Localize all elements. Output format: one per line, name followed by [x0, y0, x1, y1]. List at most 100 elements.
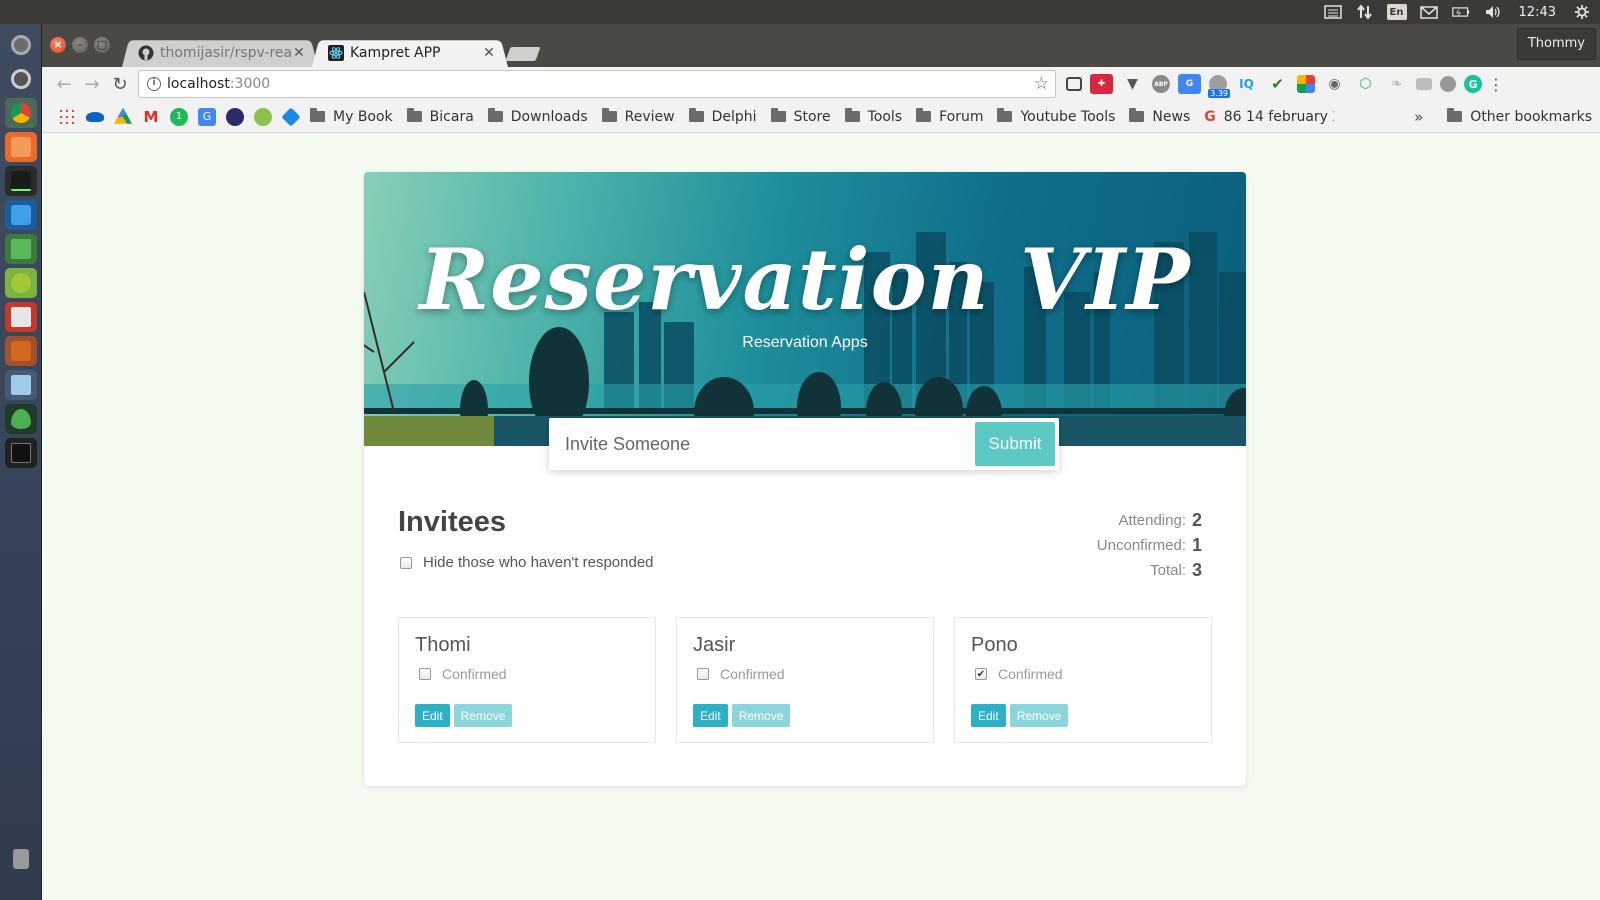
browser-menu-button[interactable]: ⋮ — [1488, 75, 1504, 94]
bookmark-folder[interactable]: Bicara — [406, 108, 474, 125]
bookmark-folder[interactable]: Forum — [916, 108, 983, 125]
window-maximize-button[interactable]: □ — [94, 37, 110, 53]
confirm-toggle[interactable]: Confirmed — [697, 666, 785, 682]
total-count: 3 — [1192, 560, 1203, 580]
invite-input[interactable] — [549, 418, 969, 470]
tab-github[interactable]: thomijasir/rspv-rea ✕ — [122, 38, 318, 67]
dash-home-icon[interactable] — [5, 30, 37, 60]
battery-icon[interactable] — [1451, 4, 1471, 20]
url-port: :3000 — [229, 76, 271, 92]
keyboard-layout-icon[interactable] — [1323, 4, 1343, 20]
bookmark-folder[interactable]: Delphi — [688, 108, 757, 125]
volume-icon[interactable] — [1483, 4, 1503, 20]
window-close-button[interactable]: × — [50, 37, 66, 53]
translate-icon[interactable]: G — [198, 107, 216, 126]
android-icon[interactable] — [5, 268, 37, 298]
stack-icon[interactable] — [5, 336, 37, 366]
translate-extension-icon[interactable]: G — [1178, 74, 1201, 94]
adblock-plus-icon[interactable]: ABP — [1152, 75, 1170, 93]
extension-toolbar: ✚ ▼ ABP G 3.39 IQ ✔ ◉ ⬡ ❧ G — [1066, 74, 1482, 98]
feather-extension-icon[interactable]: ❧ — [1385, 74, 1408, 94]
iq-extension-icon[interactable]: IQ — [1235, 74, 1258, 94]
trash-icon[interactable] — [5, 844, 37, 874]
apps-grid-icon[interactable] — [58, 107, 76, 126]
hide-unresponded-checkbox[interactable] — [400, 556, 412, 569]
folder-icon — [770, 108, 786, 122]
confirmed-label: Confirmed — [998, 666, 1063, 682]
mail-icon[interactable] — [1419, 4, 1439, 20]
forward-button[interactable]: → — [78, 70, 106, 98]
new-tab-button[interactable] — [505, 47, 541, 61]
guest-actions: Edit Remove — [693, 704, 791, 727]
address-bar[interactable]: i localhost:3000 ☆ — [138, 70, 1056, 98]
system-top-panel: En 12:43 — [0, 0, 1600, 24]
unconfirmed-label: Unconfirmed: — [1096, 537, 1186, 554]
mongodb-icon[interactable] — [5, 404, 37, 434]
system-monitor-icon[interactable] — [5, 166, 37, 196]
screenshot-extension-icon[interactable] — [1066, 77, 1082, 91]
confirmed-checkbox[interactable] — [419, 668, 431, 680]
site-icon[interactable] — [226, 107, 244, 126]
ubuntu-software-icon[interactable] — [5, 132, 37, 162]
adblock-extension-icon[interactable]: ✚ — [1090, 74, 1113, 94]
bookmarks-overflow-button[interactable]: » — [1414, 108, 1423, 126]
hero-title: Reservation VIP — [419, 230, 1191, 329]
software-updater-icon[interactable] — [5, 64, 37, 94]
other-bookmarks-folder[interactable]: Other bookmarks — [1447, 108, 1592, 125]
bookmark-folder[interactable]: Review — [601, 108, 675, 125]
remove-button[interactable]: Remove — [1009, 704, 1069, 727]
bookmark-star-icon[interactable]: ☆ — [1034, 74, 1049, 94]
confirm-toggle[interactable]: Confirmed — [419, 666, 507, 682]
checkmark-extension-icon[interactable]: ✔ — [1266, 74, 1289, 94]
bookmark-folder[interactable]: News — [1129, 108, 1190, 125]
one-icon[interactable]: 1 — [170, 107, 188, 126]
profile-button[interactable]: Thommy — [1516, 28, 1596, 60]
clock[interactable]: 12:43 — [1519, 5, 1556, 20]
spreadsheet-icon[interactable] — [5, 234, 37, 264]
confirmed-checkbox[interactable]: ✔ — [975, 668, 987, 680]
bookmark-folder[interactable]: Downloads — [487, 108, 588, 125]
bookmark-folder[interactable]: Store — [770, 108, 831, 125]
confirm-toggle[interactable]: ✔ Confirmed — [975, 666, 1063, 682]
files-icon[interactable] — [5, 302, 37, 332]
google-extension-icon[interactable] — [1297, 75, 1315, 93]
remove-button[interactable]: Remove — [453, 704, 513, 727]
info-icon[interactable]: i — [147, 77, 161, 91]
edit-button[interactable]: Edit — [693, 704, 728, 727]
chrome-icon[interactable] — [5, 98, 37, 128]
language-indicator[interactable]: En — [1386, 4, 1407, 20]
gmail-icon[interactable]: M — [142, 108, 160, 126]
back-button[interactable]: ← — [50, 70, 78, 98]
google-drive-icon[interactable] — [114, 107, 132, 124]
bookmark-google-item[interactable]: G86 14 february 20 — [1204, 109, 1334, 125]
bookmark-folder[interactable]: Youtube Tools — [997, 108, 1115, 125]
vue-devtools-icon[interactable]: ▼ — [1121, 74, 1144, 94]
vscode-icon[interactable] — [5, 200, 37, 230]
camera-extension-icon[interactable]: ◉ — [1323, 74, 1346, 94]
remove-button[interactable]: Remove — [731, 704, 791, 727]
submit-button[interactable]: Submit — [975, 422, 1055, 466]
terminal-icon[interactable] — [5, 438, 37, 468]
diamond-icon[interactable] — [281, 106, 301, 127]
nodejs-extension-icon[interactable]: ⬡ — [1354, 74, 1377, 94]
edit-button[interactable]: Edit — [415, 704, 450, 727]
speed-dial-extension-icon[interactable]: 3.39 — [1208, 75, 1230, 98]
tab-extension-icon[interactable] — [1416, 78, 1432, 90]
remote-desktop-icon[interactable] — [5, 370, 37, 400]
onedrive-icon[interactable] — [86, 111, 104, 122]
network-arrows-icon[interactable] — [1355, 4, 1375, 20]
edit-button[interactable]: Edit — [971, 704, 1006, 727]
tab-close-icon[interactable]: ✕ — [482, 45, 496, 61]
grammarly-icon[interactable]: G — [1464, 75, 1482, 93]
window-minimize-button[interactable]: – — [72, 37, 88, 53]
globe-extension-icon[interactable] — [1440, 76, 1456, 92]
bookmark-folder[interactable]: Tools — [844, 108, 902, 125]
reload-button[interactable]: ↻ — [106, 70, 134, 98]
tab-kampret-app[interactable]: Kampret APP ✕ — [312, 38, 508, 67]
lime-icon[interactable] — [254, 107, 272, 126]
tab-close-icon[interactable]: ✕ — [292, 45, 306, 61]
confirmed-checkbox[interactable] — [697, 668, 709, 680]
bookmark-folder[interactable]: My Book — [310, 108, 393, 125]
hide-unresponded-filter[interactable]: Hide those who haven't responded — [400, 554, 654, 571]
settings-gear-icon[interactable] — [1572, 4, 1592, 20]
